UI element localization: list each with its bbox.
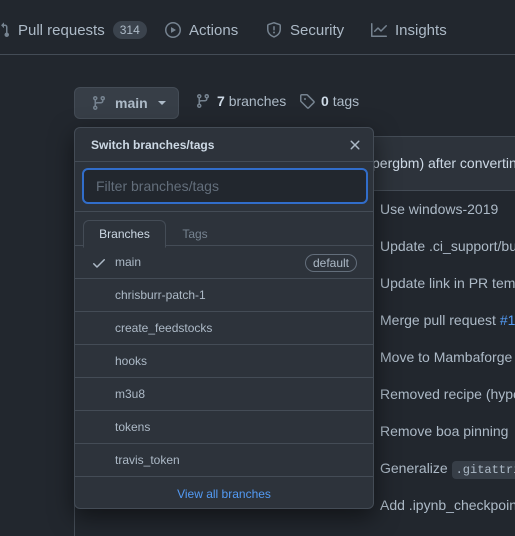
check-icon xyxy=(91,255,107,271)
shield-icon xyxy=(267,22,281,38)
branch-item[interactable]: travis_token xyxy=(75,444,373,477)
commit-message[interactable]: Update .ci_support/bu xyxy=(380,238,515,254)
tab-branches[interactable]: Branches xyxy=(83,220,166,248)
tab-actions[interactable]: Actions xyxy=(165,19,238,41)
view-all-branches-link[interactable]: View all branches xyxy=(75,477,373,508)
tab-actions-label: Actions xyxy=(189,21,239,39)
commit-text: Generalize xyxy=(380,460,452,476)
pull-request-icon xyxy=(1,22,9,37)
tags-count: 0 xyxy=(321,93,329,109)
commit-message[interactable]: Move to Mambaforge xyxy=(380,349,512,365)
branch-name: main xyxy=(115,255,142,269)
tags-label: tags xyxy=(332,93,360,109)
dropdown-title: Switch branches/tags xyxy=(91,137,215,152)
play-icon xyxy=(165,22,181,38)
commit-message[interactable]: Removed recipe (hype xyxy=(380,386,515,402)
tags-link[interactable]: 0 tags xyxy=(299,93,359,109)
branch-name: hooks xyxy=(115,354,148,368)
default-badge: default xyxy=(304,254,357,272)
branch-select-button[interactable]: main xyxy=(74,87,179,119)
branch-item-main[interactable]: main default xyxy=(75,246,373,279)
tab-insights[interactable]: Insights xyxy=(371,19,447,41)
branch-item[interactable]: hooks xyxy=(75,345,373,378)
commit-message[interactable]: Add .ipynb_checkpoin xyxy=(380,497,515,513)
tab-security[interactable]: Security xyxy=(266,19,344,41)
tab-pull-requests[interactable]: Pull requests 314 xyxy=(0,19,147,41)
branch-name: create_feedstocks xyxy=(115,321,213,335)
filter-container xyxy=(75,162,373,212)
branch-item[interactable]: create_feedstocks xyxy=(75,312,373,345)
pr-link[interactable]: #1 xyxy=(500,312,515,328)
branch-select-label: main xyxy=(115,95,148,111)
tab-insights-label: Insights xyxy=(395,21,447,39)
tab-pull-requests-label: Pull requests xyxy=(18,21,105,39)
branch-item[interactable]: tokens xyxy=(75,411,373,444)
commit-message[interactable]: Update link in PR tem xyxy=(380,275,515,291)
commit-text: Merge pull request xyxy=(380,312,500,328)
git-branch-icon xyxy=(92,96,105,111)
commit-message[interactable]: Generalize .gitattri xyxy=(380,460,515,479)
caret-down-icon xyxy=(157,101,166,105)
git-branch-icon xyxy=(196,94,209,109)
graph-icon xyxy=(371,23,387,37)
commit-message[interactable]: Remove boa pinning xyxy=(380,423,508,439)
branches-label: branches xyxy=(228,93,287,109)
pull-requests-counter: 314 xyxy=(112,21,147,39)
branch-item[interactable]: chrisburr-patch-1 xyxy=(75,279,373,312)
branch-name: travis_token xyxy=(115,453,180,467)
branch-switcher-dropdown: Switch branches/tags Branches Tags main … xyxy=(74,127,374,509)
branch-name: chrisburr-patch-1 xyxy=(115,288,206,302)
latest-commit-message[interactable]: pergbm) after convertin xyxy=(372,155,515,171)
tab-tags[interactable]: Tags xyxy=(170,220,220,248)
commit-message[interactable]: Use windows-2019 xyxy=(380,201,498,217)
branch-item[interactable]: m3u8 xyxy=(75,378,373,411)
filter-input[interactable] xyxy=(82,168,368,204)
branch-name: m3u8 xyxy=(115,387,146,401)
branches-count: 7 xyxy=(217,93,225,109)
close-icon[interactable] xyxy=(347,137,363,153)
dropdown-header: Switch branches/tags xyxy=(75,128,373,162)
tag-icon xyxy=(300,94,315,109)
commit-code: .gitattri xyxy=(451,461,515,479)
commit-message[interactable]: Merge pull request #1 xyxy=(380,312,515,328)
repo-nav: Pull requests 314 Actions Security Insig… xyxy=(0,0,515,55)
branches-link[interactable]: 7 branches xyxy=(195,93,286,109)
dropdown-tabs: Branches Tags xyxy=(75,212,373,248)
tab-security-label: Security xyxy=(290,21,345,39)
branch-name: tokens xyxy=(115,420,151,434)
